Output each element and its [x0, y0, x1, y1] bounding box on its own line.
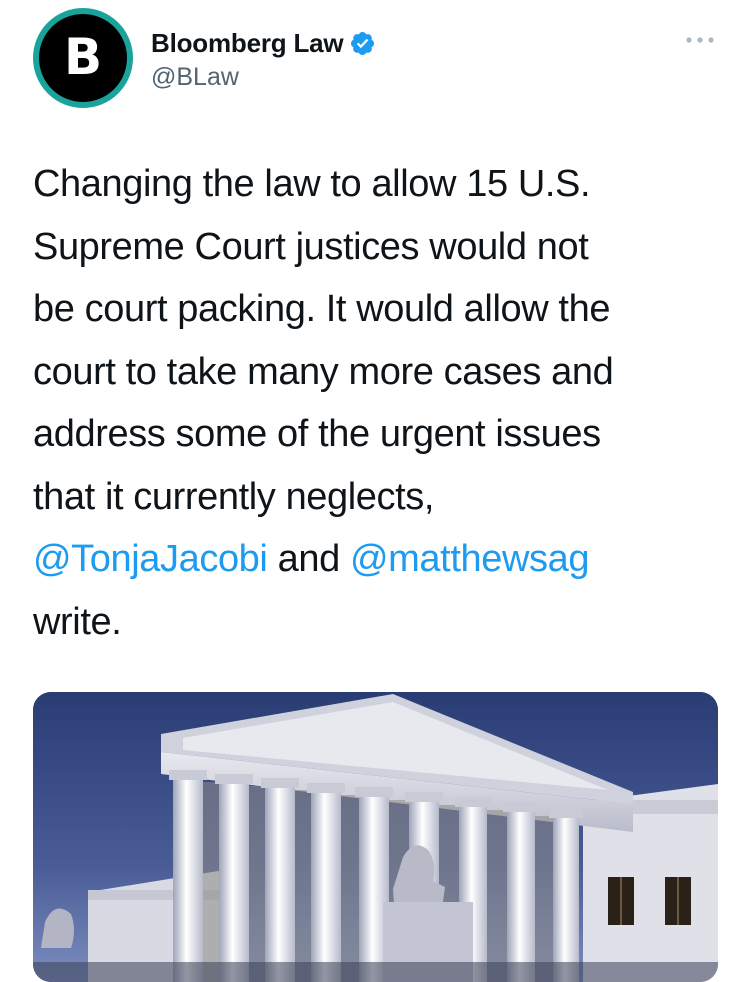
tweet-text-line: write.	[33, 600, 122, 643]
tweet-text-line: Changing the law to allow 15 U.S.	[33, 163, 591, 205]
tweet-text-line: @TonjaJacobi and @matthewsag	[33, 528, 723, 591]
more-options-icon[interactable]	[684, 32, 716, 48]
tweet-text: Changing the law to allow 15 U.S. Suprem…	[33, 153, 723, 653]
tweet-text-connector: and	[267, 538, 350, 580]
tweet-text-line: that it currently neglects,	[33, 475, 435, 518]
author-handle[interactable]: @BLaw	[151, 63, 239, 92]
mention-link-matthewsag[interactable]: @matthewsag	[350, 538, 589, 580]
avatar-logo-letter: B	[63, 28, 103, 86]
tweet-media-image[interactable]	[33, 692, 718, 982]
tweet-card: B Bloomberg Law @BLaw Changing the law t…	[0, 0, 750, 982]
author-display-name[interactable]: Bloomberg Law	[151, 28, 344, 59]
tweet-text-line: be court packing. It would allow the	[33, 288, 611, 330]
supreme-court-photo	[33, 692, 718, 982]
tweet-text-line: address some of the urgent issues	[33, 413, 601, 455]
author-name-row[interactable]: Bloomberg Law	[151, 27, 376, 59]
tweet-text-line: Supreme Court justices would not	[33, 225, 589, 268]
verified-badge-icon	[349, 30, 376, 57]
mention-link-tonjajacobi[interactable]: @TonjaJacobi	[33, 538, 268, 580]
tweet-text-line: court to take many more cases and	[33, 350, 614, 393]
author-avatar[interactable]: B	[33, 8, 133, 108]
